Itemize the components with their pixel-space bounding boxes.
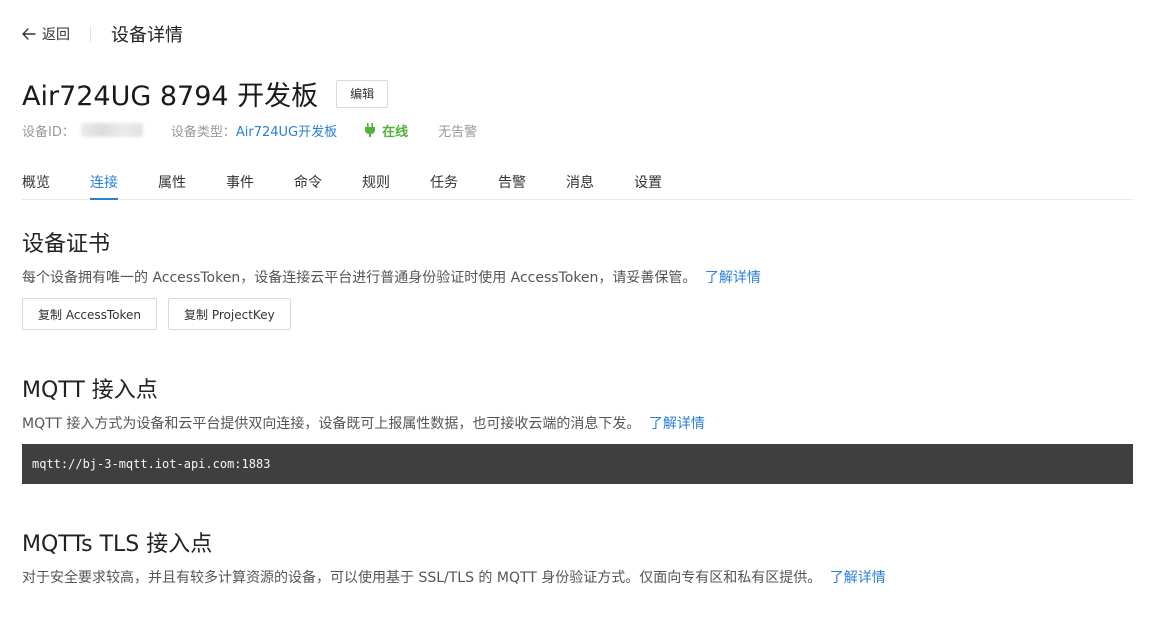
arrow-left-icon (22, 28, 36, 40)
mqtt-learn-more-link[interactable]: 了解详情 (649, 416, 705, 432)
device-meta: 设备ID： 设备类型： Air724UG开发板 在线 无告警 (22, 120, 477, 140)
plug-icon (365, 123, 376, 137)
tab-bar: 概览 连接 属性 事件 命令 规则 任务 告警 消息 设置 (22, 160, 1133, 200)
mqtt-desc-text: MQTT 接入方式为设备和云平台提供双向连接，设备既可上报属性数据，也可接收云端… (22, 416, 641, 432)
top-bar: 返回 设备详情 (22, 22, 183, 46)
copy-access-token-button[interactable]: 复制 AccessToken (22, 298, 158, 330)
mqtt-section-desc: MQTT 接入方式为设备和云平台提供双向连接，设备既可上报属性数据，也可接收云端… (22, 413, 705, 433)
mqtts-section-desc: 对于安全要求较高，并且有较多计算资源的设备，可以使用基于 SSL/TLS 的 M… (22, 567, 886, 587)
cert-desc-text: 每个设备拥有唯一的 AccessToken，设备连接云平台进行普通身份验证时使用… (22, 270, 697, 286)
cert-section-title: 设备证书 (22, 232, 111, 257)
cert-learn-more-link[interactable]: 了解详情 (705, 270, 761, 286)
alarm-status: 无告警 (438, 124, 478, 140)
device-id-value-redacted (80, 123, 143, 137)
device-type-link[interactable]: Air724UG开发板 (236, 121, 337, 140)
mqtt-endpoint-code[interactable]: mqtt://bj-3-mqtt.iot-api.com:1883 (22, 444, 1133, 484)
tab-settings[interactable]: 设置 (634, 160, 702, 199)
page-title: 设备详情 (111, 25, 183, 46)
cert-section-desc: 每个设备拥有唯一的 AccessToken，设备连接云平台进行普通身份验证时使用… (22, 267, 761, 287)
mqtts-learn-more-link[interactable]: 了解详情 (830, 570, 886, 586)
mqtts-desc-text: 对于安全要求较高，并且有较多计算资源的设备，可以使用基于 SSL/TLS 的 M… (22, 570, 822, 586)
tab-commands[interactable]: 命令 (294, 160, 362, 199)
tab-messages[interactable]: 消息 (566, 160, 634, 199)
online-status: 在线 (364, 121, 408, 140)
tab-rules[interactable]: 规则 (362, 160, 430, 199)
tab-events[interactable]: 事件 (226, 160, 294, 199)
device-title-row: Air724UG 8794 开发板 编辑 (22, 74, 389, 113)
back-button[interactable]: 返回 (22, 24, 70, 44)
device-name: Air724UG 8794 开发板 (22, 81, 319, 112)
header-divider (90, 26, 91, 42)
mqtt-section-title: MQTT 接入点 (22, 378, 158, 403)
online-status-label: 在线 (382, 124, 409, 140)
device-id-label: 设备ID： (22, 124, 75, 140)
copy-project-key-button[interactable]: 复制 ProjectKey (168, 298, 291, 330)
back-label: 返回 (42, 27, 70, 43)
tab-properties[interactable]: 属性 (158, 160, 226, 199)
tab-alarms[interactable]: 告警 (498, 160, 566, 199)
tab-connection[interactable]: 连接 (90, 160, 158, 200)
edit-button[interactable]: 编辑 (336, 79, 389, 108)
cert-actions: 复制 AccessToken 复制 ProjectKey (22, 298, 302, 330)
device-type-label: 设备类型： (170, 124, 236, 140)
tab-overview[interactable]: 概览 (22, 160, 90, 199)
tab-tasks[interactable]: 任务 (430, 160, 498, 199)
mqtts-section-title: MQTTs TLS 接入点 (22, 532, 213, 557)
